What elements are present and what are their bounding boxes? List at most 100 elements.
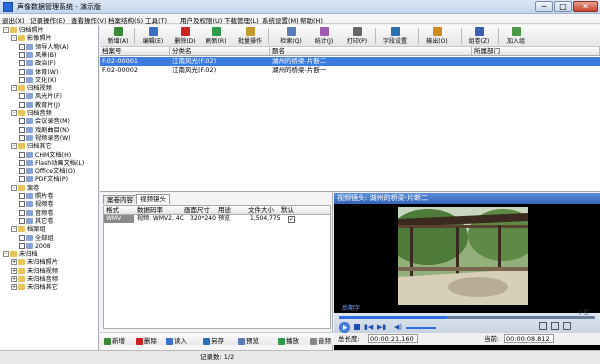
grid-header-2[interactable]: 题名 (270, 47, 472, 56)
expand-icon[interactable]: + (11, 267, 17, 274)
node-checkbox[interactable] (19, 76, 25, 83)
menu-item-5[interactable]: 用户及权限(U) (180, 15, 222, 25)
collapse-icon[interactable]: - (11, 85, 17, 92)
tree-node[interactable]: - 影像照片 (11, 35, 52, 43)
collapse-icon[interactable]: - (11, 110, 17, 116)
menu-item-4[interactable]: 工具(T) (145, 15, 167, 25)
new-button[interactable]: 新增 (104, 335, 125, 345)
toolbar-button-volume[interactable]: 组卷(Z) (466, 26, 492, 46)
expand-icon[interactable]: + (11, 284, 17, 291)
table-row[interactable]: F.02-00001 江南风光(F.02) 湖州的桥梁-片断二 (100, 57, 600, 66)
import-button[interactable]: 读入 (166, 335, 187, 345)
node-checkbox[interactable] (19, 101, 25, 108)
tree-node[interactable]: 风景(B) (19, 51, 56, 60)
tree-node[interactable]: PDF文档(P) (19, 176, 68, 184)
tab-video-shot[interactable]: 视频镜头 (136, 194, 170, 204)
size-mode-label[interactable]: 小型 (578, 308, 589, 316)
save-as-button[interactable]: 另存 (203, 335, 224, 345)
toolbar-button-add-group[interactable]: 加入组 (503, 26, 529, 46)
toolbar-button-refresh[interactable]: 刷新(R) (203, 26, 229, 46)
maximize-button[interactable]: □ (554, 1, 572, 12)
tree-node[interactable]: Office文档(O) (19, 168, 75, 176)
node-checkbox[interactable] (19, 126, 25, 133)
close-button[interactable]: ✕ (573, 1, 598, 12)
menu-item-0[interactable]: 退出(X) (2, 15, 25, 25)
tree-node[interactable]: - 归档照片 (3, 27, 44, 35)
node-checkbox[interactable] (19, 201, 25, 208)
menu-item-6[interactable]: 下载管理(L) (224, 15, 259, 25)
toolbar-button-new[interactable]: 新增(A) (105, 26, 131, 46)
toolbar-button-search[interactable]: 检索(Q) (278, 26, 304, 46)
collapse-icon[interactable]: - (11, 35, 17, 42)
tree-node[interactable]: 照片卷 (19, 193, 54, 201)
node-checkbox[interactable] (19, 242, 25, 249)
tree-node[interactable]: - 归档视频 (11, 85, 52, 93)
tree-node[interactable]: - 案卷 (11, 184, 39, 193)
node-checkbox[interactable] (19, 168, 25, 175)
file-grid[interactable]: 格式 数据码率 画面尺寸 用途 文件大小 默认 WMV 视频: WMV2, 4C… (103, 205, 331, 329)
expand-icon[interactable]: + (11, 259, 17, 266)
node-checkbox[interactable] (19, 60, 25, 67)
menu-item-2[interactable]: 查看操作(V) (71, 15, 107, 25)
menu-item-7[interactable]: 系统设置(M) (262, 15, 299, 25)
tab-volume-content[interactable]: 案卷内容 (103, 195, 137, 204)
node-checkbox[interactable] (19, 151, 25, 158)
tree-node[interactable]: 戏剧曲目(N) (19, 126, 69, 135)
node-checkbox[interactable] (19, 209, 25, 216)
collapse-icon[interactable]: - (3, 251, 9, 258)
collapse-icon[interactable]: - (11, 184, 17, 191)
tree-node[interactable]: 视频卷 (19, 201, 54, 209)
node-checkbox[interactable] (19, 193, 25, 199)
seek-track[interactable] (339, 316, 595, 319)
tree-node[interactable]: 文化(X) (19, 76, 56, 85)
grid-header-1[interactable]: 分类名 (170, 47, 270, 56)
menu-item-3[interactable]: 档案结构(S) (108, 15, 143, 25)
node-checkbox[interactable] (19, 68, 25, 75)
next-button[interactable]: ▶▮ (377, 323, 386, 331)
grid-header-0[interactable]: 档案号 (100, 47, 170, 56)
node-checkbox[interactable] (19, 159, 25, 166)
collapse-icon[interactable]: - (11, 143, 17, 150)
tree-node[interactable]: Flash动画文档(L) (19, 159, 84, 168)
node-checkbox[interactable] (19, 176, 25, 183)
archive-tree[interactable]: - 归档照片 - 影像照片 领导人物(A) 风景(B) 政治(F) 体育(W) 文化(X) - 归档… (0, 25, 99, 355)
node-checkbox[interactable] (19, 93, 25, 100)
default-checkbox[interactable]: ✓ (288, 216, 295, 223)
tree-node[interactable]: - 归档其它 (11, 143, 52, 151)
prev-button[interactable]: ▮◀ (364, 323, 373, 331)
volume-slider[interactable] (406, 327, 436, 329)
tree-node[interactable]: 领导人物(A) (19, 43, 69, 52)
grid-header-3[interactable]: 所属部门 (472, 47, 600, 56)
tree-node[interactable]: 会议录音(M) (19, 118, 70, 126)
delete-button[interactable]: 删除 (136, 335, 157, 345)
node-checkbox[interactable] (19, 134, 25, 141)
collapse-icon[interactable]: - (11, 226, 17, 233)
record-grid[interactable]: 档案号 分类名 题名 所属部门 F.02-00001 江南风光(F.02) 湖州的桥梁-片断… (100, 47, 600, 192)
toolbar-button-batch[interactable]: 批量操作 (237, 26, 263, 46)
tree-node[interactable]: + 未归档其它 (11, 284, 58, 292)
tree-node[interactable]: - 未归档 (3, 251, 38, 259)
toolbar-button-delete[interactable]: 删除(D) (172, 26, 198, 46)
node-checkbox[interactable] (19, 234, 25, 241)
tree-node[interactable]: + 未归档音频 (11, 276, 58, 284)
tree-node[interactable]: 其它卷 (19, 217, 54, 226)
toolbar-button-print[interactable]: 打印(P) (344, 26, 370, 46)
video-frame[interactable] (398, 207, 528, 305)
toolbar-button-edit[interactable]: 编辑(E) (140, 26, 166, 46)
table-row[interactable]: F.02-00002 江南风光(F.02) 湖州的桥梁-片断一 (100, 66, 600, 75)
toolbar-button-export[interactable]: 输出(O) (424, 26, 450, 46)
stop-button[interactable] (354, 324, 360, 330)
toolbar-button-stats[interactable]: 统计(J) (311, 26, 337, 46)
expand-icon[interactable]: + (11, 276, 17, 282)
tree-node[interactable]: 教育片(J) (19, 101, 60, 110)
tree-node[interactable]: 2008 (19, 242, 51, 251)
node-checkbox[interactable] (19, 118, 25, 125)
menu-item-1[interactable]: 记录操作(E) (30, 15, 65, 25)
tree-node[interactable]: + 未归档照片 (11, 259, 58, 267)
tree-node[interactable]: CHM文档(H) (19, 151, 71, 160)
tree-node[interactable]: 全部组 (19, 234, 54, 243)
tree-node[interactable]: + 未归档视频 (11, 267, 58, 276)
play-button[interactable]: 播放 (278, 335, 299, 345)
fullscreen-icon[interactable] (539, 322, 547, 330)
node-checkbox[interactable] (19, 43, 25, 50)
